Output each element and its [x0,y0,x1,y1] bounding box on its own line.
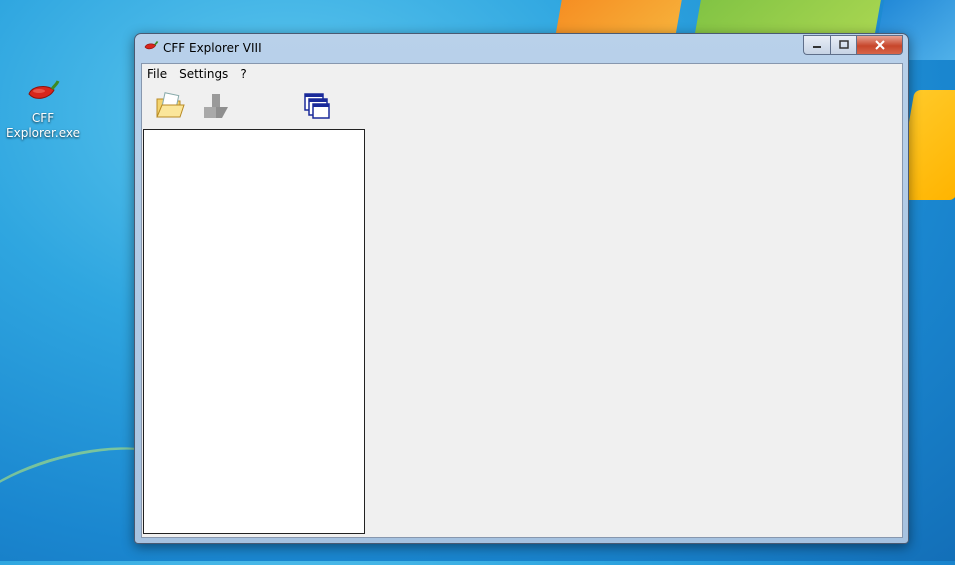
cff-explorer-window: CFF Explorer VIII File Settings ? [134,33,909,544]
desktop-icon-cff-explorer[interactable]: CFF Explorer.exe [4,80,82,141]
minimize-button[interactable] [803,35,830,55]
desktop-icon-label: CFF Explorer.exe [6,111,80,140]
chili-pepper-icon [28,80,60,99]
save-button[interactable] [196,86,236,126]
minimize-icon [813,46,821,48]
close-button[interactable] [856,35,903,55]
windows-cascade-icon [304,93,330,119]
toolbar [142,86,902,126]
menu-settings[interactable]: Settings [174,64,235,84]
maximize-button[interactable] [830,35,856,55]
file-tree-pane[interactable] [143,129,365,534]
maximize-icon [838,40,849,49]
close-icon [874,40,885,50]
window-cascade-button[interactable] [297,86,337,126]
save-icon [204,94,228,118]
chili-pepper-icon [143,41,159,56]
menu-help[interactable]: ? [235,64,253,84]
title-bar[interactable]: CFF Explorer VIII [135,34,908,63]
menu-file[interactable]: File [142,64,174,84]
open-folder-icon [156,92,185,118]
menu-bar: File Settings ? [142,64,254,84]
open-file-button[interactable] [150,86,190,126]
window-title: CFF Explorer VIII [163,41,262,55]
client-area: File Settings ? [141,63,903,538]
